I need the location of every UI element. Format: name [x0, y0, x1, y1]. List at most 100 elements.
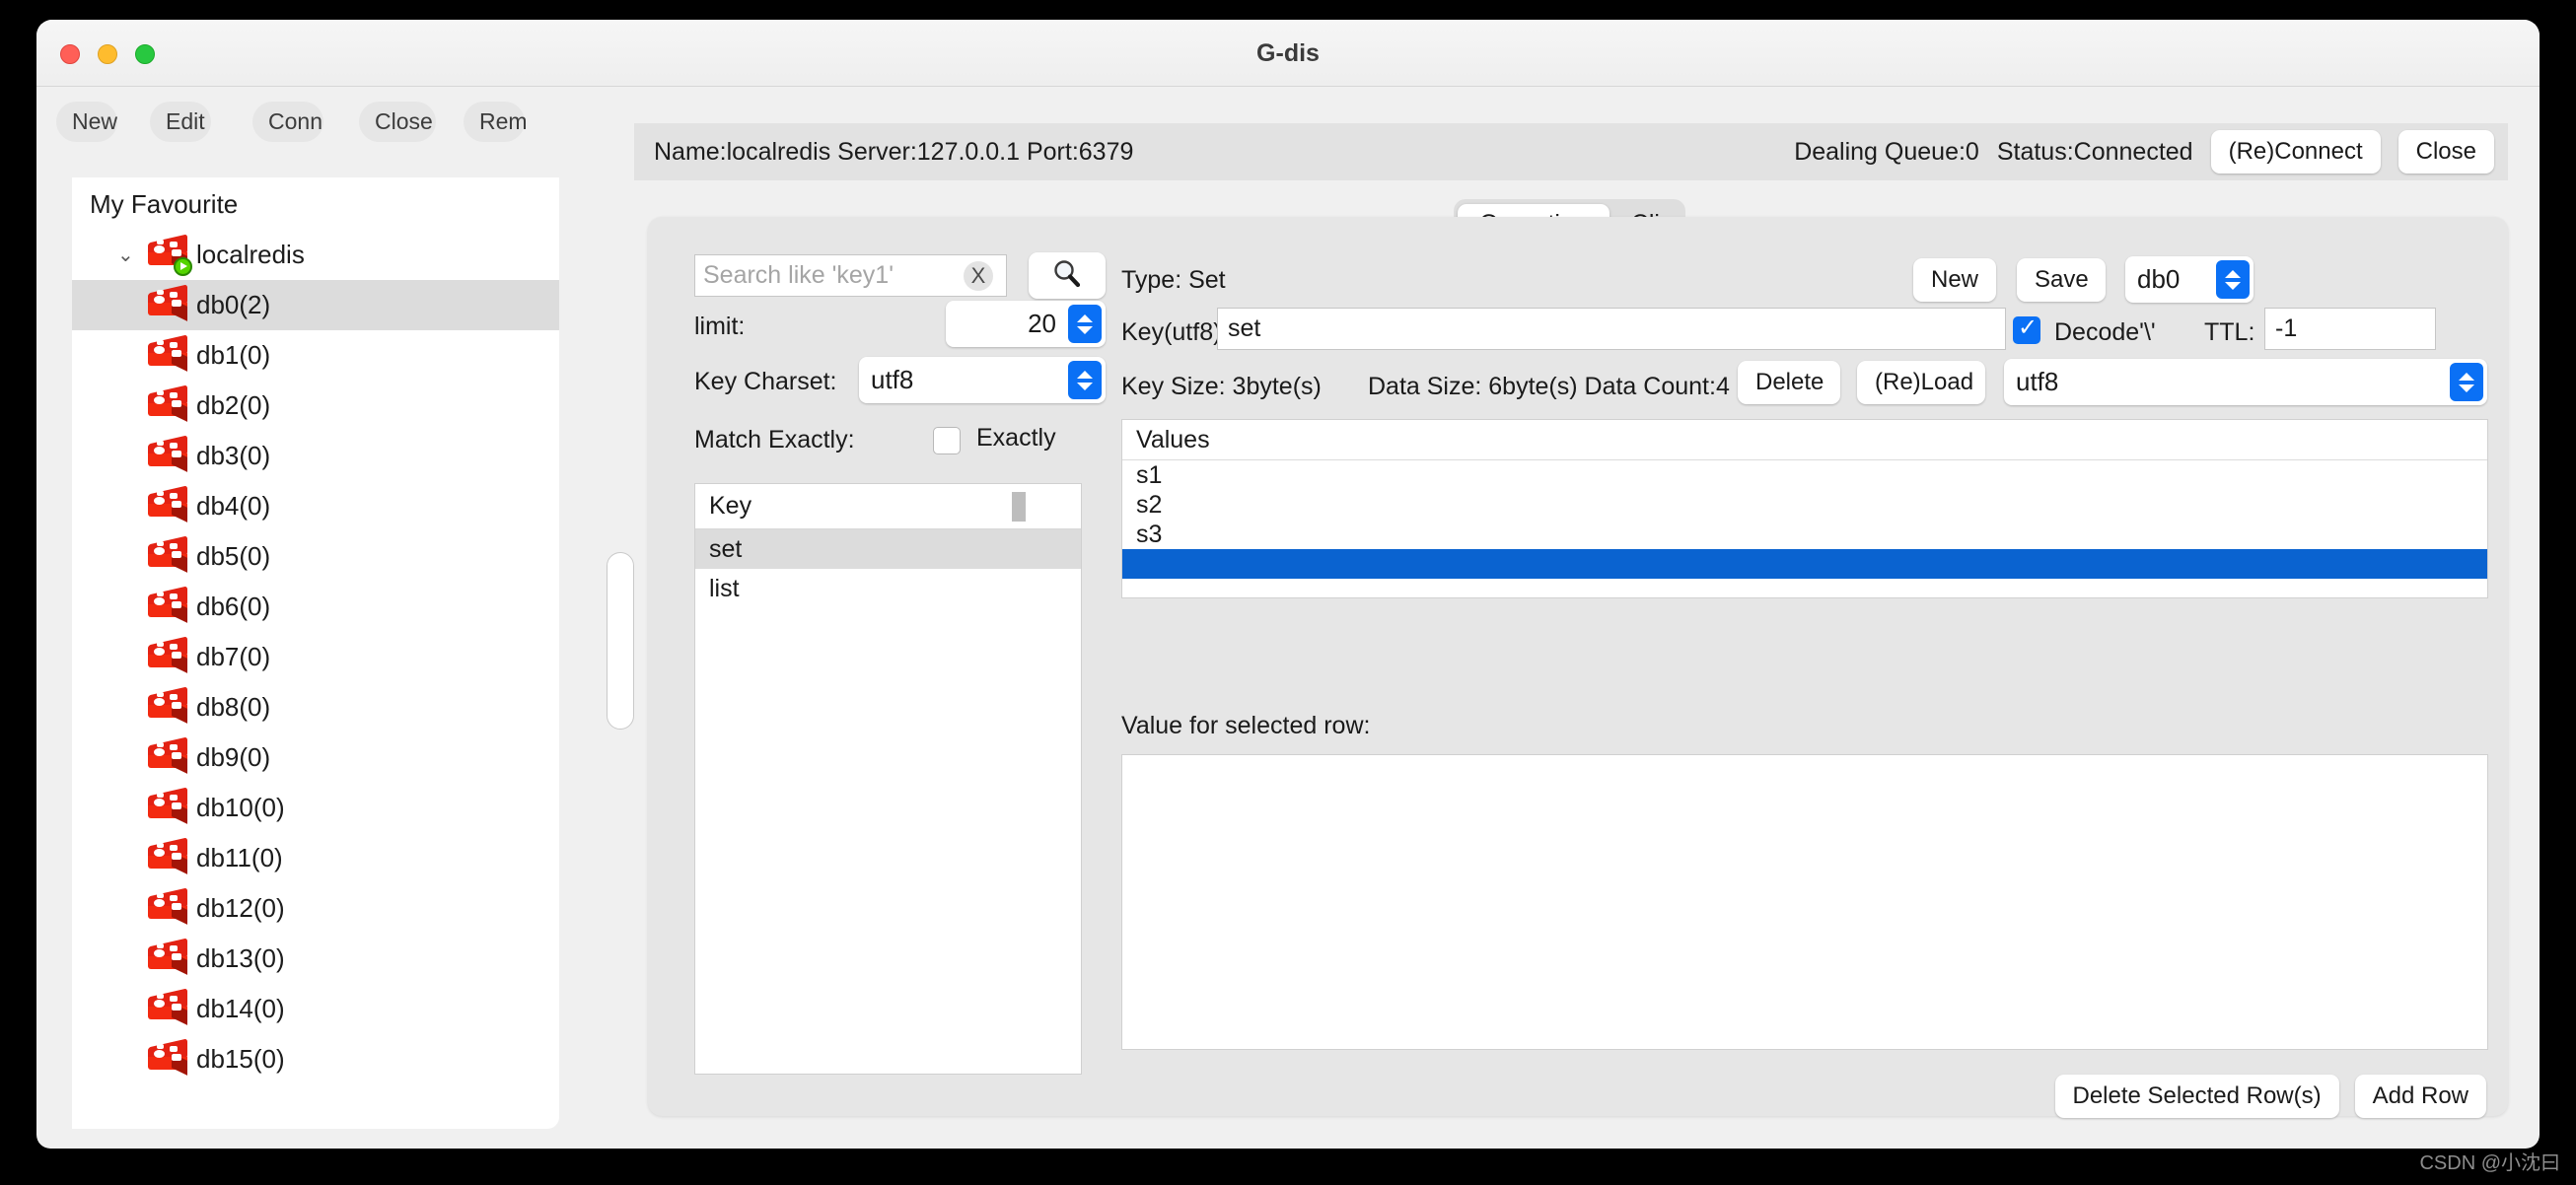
redis-db-icon	[145, 836, 190, 875]
save-key-button[interactable]: Save	[2017, 258, 2106, 302]
favourites-tree[interactable]: My Favourite ⌄ localredis db0(2) db1(0) db…	[72, 177, 559, 1129]
sidebar-item-db150[interactable]: db15(0)	[72, 1034, 559, 1084]
table-row[interactable]: s2	[1122, 490, 2487, 520]
key-input[interactable]	[1217, 308, 2006, 350]
sidebar-item-db30[interactable]: db3(0)	[72, 431, 559, 481]
redis-db-icon	[145, 1037, 190, 1077]
redis-db-icon	[145, 886, 190, 926]
table-row[interactable]: set	[695, 529, 1081, 569]
key-charset-select[interactable]: utf8	[859, 357, 1106, 403]
column-divider[interactable]	[1012, 492, 1026, 522]
splitter-handle[interactable]	[607, 552, 634, 730]
sidebar-item-db100[interactable]: db10(0)	[72, 783, 559, 833]
connection-info: Name:localredis Server:127.0.0.1 Port:63…	[654, 138, 1134, 166]
value-for-row-label: Value for selected row:	[1121, 712, 1371, 739]
tree-item-localredis[interactable]: ⌄ localredis	[72, 230, 559, 280]
key-list-table[interactable]: Key set list	[694, 483, 1082, 1075]
search-input[interactable]	[694, 254, 1007, 297]
sidebar-item-db02[interactable]: db0(2)	[72, 280, 559, 330]
sidebar-item-label: db6(0)	[196, 592, 271, 621]
sidebar-item-label: db4(0)	[196, 491, 271, 521]
key-table-header: Key	[695, 484, 1081, 529]
search-button[interactable]	[1029, 252, 1106, 299]
chevron-updown-icon[interactable]	[2216, 260, 2250, 299]
close-connection-top-button[interactable]: Close	[2397, 130, 2494, 174]
sidebar-item-db140[interactable]: db14(0)	[72, 984, 559, 1034]
chevron-updown-icon[interactable]	[1068, 361, 1102, 399]
connection-status-bar: Name:localredis Server:127.0.0.1 Port:63…	[634, 123, 2508, 180]
sidebar-item-label: db1(0)	[196, 340, 271, 370]
watermark: CSDN @小沈曰	[2419, 1152, 2560, 1174]
redis-db-icon	[145, 333, 190, 373]
sidebar-item-label: db2(0)	[196, 390, 271, 420]
key-table-body[interactable]: set list	[695, 529, 1081, 608]
stepper-arrows-icon[interactable]	[1068, 305, 1102, 343]
table-row[interactable]: list	[695, 569, 1081, 608]
chevron-down-icon[interactable]: ⌄	[117, 245, 145, 265]
chevron-updown-icon[interactable]	[2450, 363, 2483, 401]
sidebar-item-db20[interactable]: db2(0)	[72, 381, 559, 431]
sidebar-item-db50[interactable]: db5(0)	[72, 531, 559, 582]
values-table-header: Values	[1122, 420, 2487, 460]
redis-db-icon	[145, 987, 190, 1026]
reconnect-button[interactable]: (Re)Connect	[2210, 130, 2381, 174]
limit-stepper[interactable]: 20	[946, 301, 1106, 347]
redis-server-icon	[145, 233, 192, 276]
delete-selected-rows-button[interactable]: Delete Selected Row(s)	[2054, 1075, 2339, 1118]
title-bar: G-dis	[36, 20, 2540, 87]
sidebar-item-label: db5(0)	[196, 541, 271, 571]
value-charset-select[interactable]: utf8	[2004, 359, 2487, 405]
ttl-input[interactable]	[2264, 308, 2436, 350]
decode-checkbox[interactable]	[2013, 314, 2040, 344]
values-table[interactable]: Values s1 s2 s3	[1121, 419, 2488, 598]
db-select[interactable]: db0	[2125, 256, 2254, 303]
table-row[interactable]: s1	[1122, 460, 2487, 490]
sidebar-item-db10[interactable]: db1(0)	[72, 330, 559, 381]
table-row[interactable]: s3	[1122, 520, 2487, 549]
clear-search-icon[interactable]: X	[964, 261, 993, 291]
key-column-header: Key	[709, 492, 752, 520]
delete-key-button[interactable]: Delete	[1738, 361, 1840, 404]
sidebar-item-db60[interactable]: db6(0)	[72, 582, 559, 632]
new-key-button[interactable]: New	[1913, 258, 1996, 302]
value-charset-value: utf8	[2016, 367, 2059, 396]
tree-root-label: My Favourite	[90, 189, 239, 219]
sidebar-item-db80[interactable]: db8(0)	[72, 682, 559, 732]
decode-label: Decode'\'	[2054, 318, 2156, 346]
key-charset-label: Key Charset:	[694, 368, 837, 395]
sidebar-item-label: db15(0)	[196, 1044, 285, 1074]
type-label: Type: Set	[1121, 266, 1226, 294]
exactly-checkbox[interactable]	[933, 427, 961, 454]
match-exactly-label: Match Exactly:	[694, 426, 855, 453]
page-title: G-dis	[1256, 39, 1320, 67]
limit-value: 20	[1028, 309, 1056, 338]
redis-db-icon	[145, 786, 190, 825]
redis-db-icon	[145, 635, 190, 674]
close-connection-button[interactable]: Close	[359, 102, 436, 142]
sidebar-item-db110[interactable]: db11(0)	[72, 833, 559, 883]
redis-db-icon	[145, 383, 190, 423]
remove-connection-button[interactable]: Rem	[464, 102, 528, 142]
sidebar-item-db130[interactable]: db13(0)	[72, 934, 559, 984]
reload-key-button[interactable]: (Re)Load	[1857, 361, 1985, 404]
values-table-body[interactable]: s1 s2 s3	[1122, 460, 2487, 579]
sidebar-item-db70[interactable]: db7(0)	[72, 632, 559, 682]
sidebar-item-db40[interactable]: db4(0)	[72, 481, 559, 531]
connection-actions: Dealing Queue:0 Status:Connected (Re)Con…	[1794, 123, 2494, 180]
sidebar-item-label: db7(0)	[196, 642, 271, 671]
sidebar-item-label: db0(2)	[196, 290, 271, 319]
new-connection-button[interactable]: New	[56, 102, 117, 142]
connection-toolbar: New Edit Conn Close Rem	[36, 88, 559, 155]
operation-panel: X limit: 20 Key Charset: utf8 Match Exac…	[648, 217, 2508, 1118]
connect-button[interactable]: Conn	[252, 102, 323, 142]
edit-connection-button[interactable]: Edit	[150, 102, 211, 142]
connection-status-text: Status:Connected	[1996, 137, 2193, 166]
selected-value-textarea[interactable]	[1121, 754, 2488, 1050]
sidebar-item-db120[interactable]: db12(0)	[72, 883, 559, 934]
add-row-button[interactable]: Add Row	[2354, 1075, 2486, 1118]
redis-db-icon	[145, 735, 190, 775]
sidebar-item-label: db9(0)	[196, 742, 271, 772]
sidebar-item-db90[interactable]: db9(0)	[72, 732, 559, 783]
tree-item-label: localredis	[196, 240, 305, 269]
table-row[interactable]	[1122, 549, 2487, 579]
